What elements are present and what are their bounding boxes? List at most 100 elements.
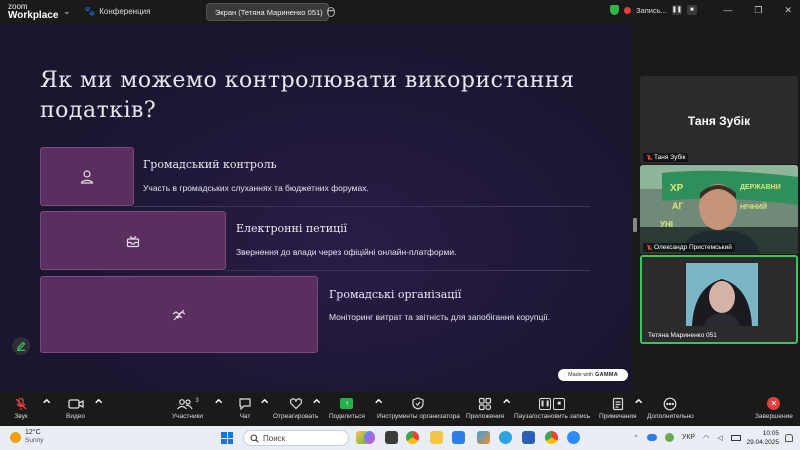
item-title-2: Електронні петиції [236,222,348,235]
end-meeting-button[interactable]: ✕ Завершение [755,396,793,420]
chrome-profile-app-icon[interactable] [545,431,558,444]
photos-app-icon[interactable] [477,431,490,444]
chat-options-caret[interactable]: ⌃ [258,396,271,416]
participant-big-name: Таня Зубік [687,114,751,128]
participant-tile-active-speaker[interactable]: Тетяна Мариненко 051 [640,255,798,344]
system-tray: ⌃ УКР ◠ ◁ [633,433,741,442]
copilot-app-icon[interactable] [364,431,375,444]
item-card-2 [40,211,226,270]
chat-icon [238,396,252,411]
react-options-caret[interactable]: ⌃ [310,396,323,416]
audio-button[interactable]: Звук [14,396,28,420]
slide-title: Як ми можемо контролювати використання п… [40,68,575,123]
pause-record-label: Пауза/остановить запись [514,413,591,420]
video-options-caret[interactable]: ⌃ [92,396,105,416]
made-with-gamma-badge[interactable]: Made with GAMMA [558,369,628,381]
participants-button[interactable]: 3 Участники [172,396,203,421]
participant-tile[interactable]: Таня Зубік Таня Зубік [640,76,798,164]
item-title-1: Громадський контроль [143,158,277,171]
recording-label: Запись... [636,5,667,15]
top-bar: zoom Workplace ⌄ 🐾 Конференция Экран (Те… [0,0,800,24]
logo-line2: Workplace [8,10,59,21]
pen-icon [17,341,26,351]
tray-expand-icon[interactable]: ⌃ [633,434,639,442]
more-label: Дополнительно [647,413,694,420]
apps-button[interactable]: Приложения [466,396,504,420]
taskbar-clock[interactable]: 10:05 29.04.2025 [745,429,779,447]
notes-icon [612,396,624,411]
onedrive-icon[interactable] [646,434,657,441]
battery-icon[interactable] [730,434,741,441]
meeting-info-button[interactable]: 🐾 Конференция [84,6,150,17]
telegram-app-icon[interactable] [499,431,512,444]
zoom-logo: zoom Workplace [8,2,59,21]
participants-icon: 3 [176,396,199,411]
close-icon[interactable]: ✕ [784,5,792,16]
participant-video: ХР АГ ДЕРЖАВНИ НІЧНИЙ УНІ [640,165,798,254]
chrome-app-icon[interactable] [406,431,419,444]
audio-label: Звук [14,413,28,420]
annotate-pen-button[interactable] [12,337,30,355]
item-card-3 [40,276,318,353]
word-app-icon[interactable] [522,431,535,444]
task-view-icon[interactable] [385,431,398,444]
tray-app-icon[interactable] [664,433,674,442]
pause-stop-recording-button[interactable]: ❚❚ ■ Пауза/остановить запись [514,396,590,420]
audio-options-caret[interactable]: ⌃ [40,396,53,416]
divider [134,206,590,207]
participant-tile[interactable]: ХР АГ ДЕРЖАВНИ НІЧНИЙ УНІ Олександр Прис… [640,165,798,254]
chevron-down-icon[interactable]: ⌄ [63,6,71,17]
recording-controls-icon: ❚❚ ■ [539,396,566,411]
host-tools-button[interactable]: Инструменты организатора [377,396,460,420]
chat-label: Чат [239,413,251,420]
pause-recording-icon[interactable]: ❚❚ [671,5,682,15]
svg-text:НІЧНИЙ: НІЧНИЙ [740,202,767,211]
wifi-icon[interactable]: ◠ [703,434,709,442]
share-screen-icon: ↑ [340,396,354,411]
minimize-icon[interactable]: — [723,5,732,16]
participant-name-tag: Тетяна Мариненко 051 [645,331,720,340]
keyboard-language[interactable]: УКР [682,434,695,441]
file-explorer-icon[interactable] [430,431,443,444]
stop-recording-icon[interactable]: ■ [686,5,697,15]
participant-video [642,257,796,342]
svg-text:АГ: АГ [672,201,684,211]
security-shield-icon[interactable] [610,5,619,15]
volume-icon[interactable]: ◁ [717,434,722,442]
video-label: Видео [66,413,85,420]
share-screen-button[interactable]: ↑ Поделиться [329,396,365,420]
video-button[interactable]: Видео [66,396,85,420]
more-icon [663,396,677,411]
apps-label: Приложения [466,413,505,420]
divider [226,270,590,271]
heart-icon [289,396,303,411]
gamma-brand: GAMMA [595,372,618,378]
person-icon [80,169,94,184]
mic-muted-icon [14,396,28,411]
screen-share-indicator[interactable]: Экран (Тетяна Мариненко 051) ••• [206,3,335,21]
taskbar-search[interactable]: Поиск [243,430,349,446]
mic-muted-icon [646,154,652,161]
zoom-app-icon[interactable] [567,431,580,444]
window-controls: — ❐ ✕ [723,5,792,16]
share-label: Экран (Тетяна Мариненко 051) [215,7,323,17]
recording-dot-icon [624,6,631,14]
store-app-icon[interactable] [452,431,465,444]
notes-button[interactable]: Примечания [599,396,637,420]
chat-button[interactable]: Чат [238,396,252,420]
host-tools-label: Инструменты организатора [377,413,460,420]
apps-options-caret[interactable]: ⌃ [500,396,513,416]
clock-time: 10:05 [762,430,779,437]
notification-bell-icon[interactable] [785,434,793,442]
more-button[interactable]: Дополнительно [647,396,694,420]
panel-resize-handle[interactable] [633,218,637,232]
windows-start-icon[interactable] [221,432,233,444]
notes-options-caret[interactable]: ⌃ [632,396,645,416]
more-options-icon[interactable]: ••• [326,7,335,17]
meeting-label: Конференция [99,7,151,16]
participant-name: Таня Зубік [654,154,686,161]
item-desc-1: Участь в громадських слуханнях та бюджет… [143,183,369,193]
weather-widget[interactable]: 12°C Sunny [10,429,43,445]
participants-options-caret[interactable]: ⌃ [212,396,225,416]
restore-icon[interactable]: ❐ [754,5,762,16]
